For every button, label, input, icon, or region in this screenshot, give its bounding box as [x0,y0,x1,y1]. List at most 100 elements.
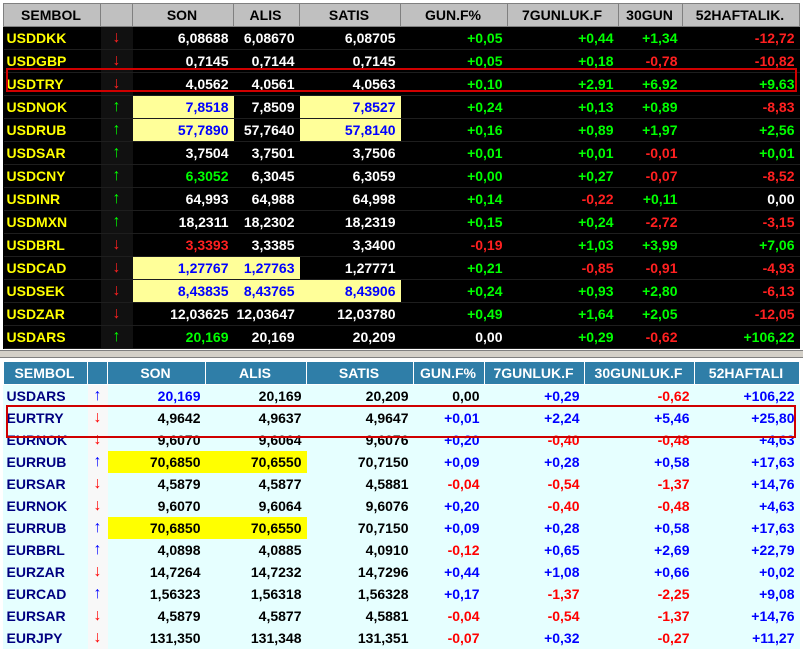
ask-cell: 14,7296 [357,564,409,580]
weekly-change-cell: +1,08 [544,564,580,580]
yearly-change-cell: +11,27 [752,630,795,646]
last-price-cell: 4,0898 [157,542,201,558]
daily-change-cell: 0,00 [452,388,480,404]
symbol-cell: EURBRL [6,542,65,558]
table-row[interactable]: USDINR ↑ 64,993 64,988 64,998 +0,14 -0,22 +0,11… [3,187,800,211]
table-row[interactable]: EURNOK ↓ 9,6070 9,6064 9,6076 +0,20 -0,40 -0,48… [4,495,800,517]
column-header[interactable]: 30GUNLUK.F [584,361,695,385]
column-header[interactable]: GUN.F% [413,361,485,385]
table-row[interactable]: EURRUB ↑ 70,6850 70,6550 70,7150 +0,09 +0,28 +0… [4,517,800,539]
bid-cell: 3,7501 [233,141,300,165]
daily-change-cell: -0,04 [447,608,480,624]
weekly-change-cell: +1,03 [507,233,619,257]
table-row[interactable]: EURSAR ↓ 4,5879 4,5877 4,5881 -0,04 -0,54 -1,37… [4,473,800,495]
table-row[interactable]: USDRUB ↑ 57,7890 57,7640 57,8140 +0,16 +0,89 +1… [3,118,800,142]
last-price-cell: 0,7145 [132,49,234,73]
column-header[interactable] [100,3,133,27]
table-row[interactable]: EURNOK ↓ 9,6070 9,6064 9,6076 +0,20 -0,40 -0,48… [4,429,800,451]
ask-cell: 7,8527 [299,95,401,119]
bid-cell: 14,7232 [250,564,302,580]
table-row[interactable]: USDTRY ↓ 4,0562 4,0561 4,0563 +0,10 +2,91 +6,92… [3,72,800,96]
bid-cell: 20,169 [258,388,302,404]
table-row[interactable]: USDNOK ↑ 7,8518 7,8509 7,8527 +0,24 +0,13 +0,89… [3,95,800,119]
column-header[interactable]: 30GUN [618,3,683,27]
last-price-cell: 9,6070 [157,432,201,448]
ask-cell: 9,6076 [365,498,409,514]
table-row[interactable]: USDARS ↑ 20,169 20,169 20,209 0,00 +0,29 -0,62 +… [3,325,800,349]
arrow-up-icon: ↑ [100,187,133,211]
table-row[interactable]: USDCNY ↑ 6,3052 6,3045 6,3059 +0,00 +0,27 -0,07… [3,164,800,188]
bid-cell: 12,03647 [233,302,300,326]
table-header-row: SEMBOL SON ALIS SATIS GUN.F% 7GUNLUK.F 30GUN 52… [3,3,800,27]
table-row[interactable]: EURSAR ↓ 4,5879 4,5877 4,5881 -0,04 -0,54 -1,37… [4,605,800,627]
symbol-cell: EURRUB [6,520,67,536]
table-row[interactable]: USDSAR ↑ 3,7504 3,7501 3,7506 +0,01 +0,01 -0,01… [3,141,800,165]
arrow-down-icon: ↓ [100,49,133,73]
monthly-change-cell: -2,72 [618,210,683,234]
column-header[interactable]: 52HAFTALIK. [682,3,800,27]
arrow-down-icon: ↓ [100,233,133,257]
monthly-change-cell: -0,91 [618,256,683,280]
table-row[interactable]: USDZAR ↓ 12,03625 12,03647 12,03780 +0,49 +1,6… [3,302,800,326]
symbol-cell: EURNOK [6,432,68,448]
ask-cell: 20,209 [299,325,401,349]
table-row[interactable]: EURBRL ↑ 4,0898 4,0885 4,0910 -0,12 +0,65 +2,69… [4,539,800,561]
table-row[interactable]: USDDKK ↓ 6,08688 6,08670 6,08705 +0,05 +0,44 +1… [3,26,800,50]
column-header[interactable]: SATIS [299,3,401,27]
table-row[interactable]: USDARS ↑ 20,169 20,169 20,209 0,00 +0,29 -0,62 +… [4,384,800,407]
table-row[interactable]: EURTRY ↓ 4,9642 4,9637 4,9647 +0,01 +2,24 +5,46… [4,407,800,429]
yearly-change-cell: +0,01 [682,141,800,165]
table-row[interactable]: USDSEK ↓ 8,43835 8,43765 8,43906 +0,24 +0,93 +2… [3,279,800,303]
column-header[interactable]: ALIS [205,361,307,385]
monthly-change-cell: +0,11 [618,187,683,211]
bid-cell: 4,0885 [258,542,302,558]
table-row[interactable]: EURCAD ↑ 1,56323 1,56318 1,56328 +0,17 -1,37 -2… [4,583,800,605]
arrow-up-icon: ↑ [100,210,133,234]
column-header[interactable]: SEMBOL [3,361,88,385]
monthly-change-cell: -0,62 [618,325,683,349]
daily-change-cell: +0,17 [444,586,480,602]
table-row[interactable]: EURRUB ↑ 70,6850 70,6550 70,7150 +0,09 +0,28 +0… [4,451,800,473]
column-header[interactable]: SATIS [306,361,414,385]
column-header[interactable]: SEMBOL [3,3,101,27]
bid-cell: 4,0561 [233,72,300,96]
column-header[interactable]: 52HAFTALI [694,361,800,385]
table-row[interactable]: USDMXN ↑ 18,2311 18,2302 18,2319 +0,15 +0,24 -2… [3,210,800,234]
symbol-cell: USDZAR [3,302,101,326]
weekly-change-cell: +0,93 [507,279,619,303]
column-header[interactable]: 7GUNLUK.F [484,361,585,385]
table-row[interactable]: EURZAR ↓ 14,7264 14,7232 14,7296 +0,44 +1,08 +0… [4,561,800,583]
arrow-down-icon: ↓ [87,627,108,649]
monthly-change-cell: +6,92 [618,72,683,96]
daily-change-cell: -0,19 [400,233,508,257]
column-header[interactable]: ALIS [233,3,300,27]
symbol-cell: USDCAD [3,256,101,280]
column-header[interactable]: SON [132,3,234,27]
arrow-down-icon: ↓ [100,279,133,303]
ask-cell: 4,5881 [365,476,409,492]
column-header[interactable]: SON [107,361,206,385]
bid-cell: 9,6064 [258,432,302,448]
daily-change-cell: +0,00 [400,164,508,188]
panel-divider[interactable] [0,350,803,358]
symbol-cell: EURJPY [6,630,63,646]
arrow-up-icon: ↑ [87,384,108,407]
daily-change-cell: +0,15 [400,210,508,234]
table-row[interactable]: USDCAD ↓ 1,27767 1,27763 1,27771 +0,21 -0,85 -0… [3,256,800,280]
table-row[interactable]: USDBRL ↓ 3,3393 3,3385 3,3400 -0,19 +1,03 +3,99… [3,233,800,257]
arrow-down-icon: ↓ [87,495,108,517]
table-row[interactable]: EURJPY ↓ 131,350 131,348 131,351 -0,07 +0,32 -0… [4,627,800,649]
monthly-change-cell: -0,48 [657,498,690,514]
symbol-cell: USDSEK [3,279,101,303]
column-header[interactable]: 7GUNLUK.F [507,3,619,27]
arrow-up-icon: ↑ [100,141,133,165]
table-row[interactable]: USDGBP ↓ 0,7145 0,7144 0,7145 +0,05 +0,18 -0,78… [3,49,800,73]
last-price-cell: 12,03625 [132,302,234,326]
bid-cell: 18,2302 [233,210,300,234]
monthly-change-cell: -1,37 [657,476,690,492]
bid-cell: 8,43765 [233,279,300,303]
table-header-row: SEMBOL SON ALIS SATIS GUN.F% 7GUNLUK.F 30GUNLU… [3,361,800,385]
column-header[interactable] [87,361,108,385]
last-price-cell: 9,6070 [157,498,201,514]
column-header[interactable]: GUN.F% [400,3,508,27]
